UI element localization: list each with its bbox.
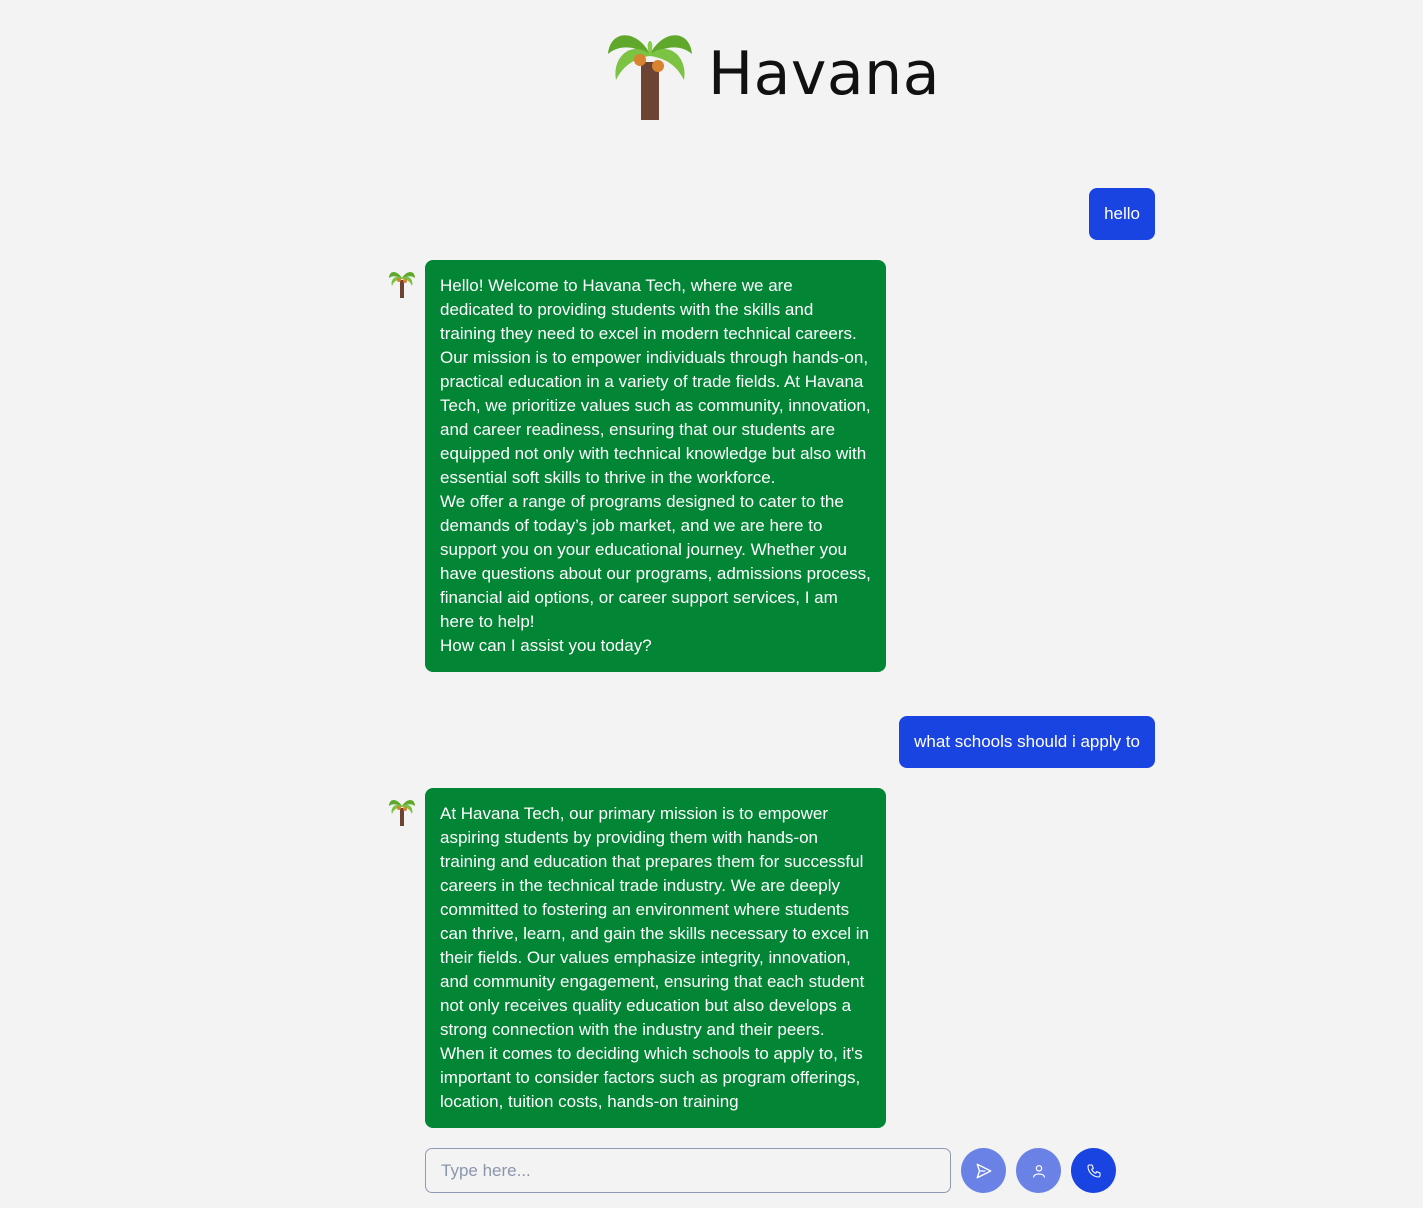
user-message: what schools should i apply to [899, 716, 1155, 768]
message-text: hello [1104, 204, 1140, 223]
chat-thread[interactable]: hello Hello! Welcome to Havana Tech, whe… [0, 150, 1423, 1128]
message-input[interactable] [425, 1148, 951, 1193]
profile-button[interactable] [1016, 1148, 1061, 1193]
user-icon [1032, 1164, 1045, 1178]
message-paragraph: When it comes to deciding which schools … [440, 1044, 863, 1111]
bot-avatar-palm-icon [389, 271, 415, 298]
call-button[interactable] [1071, 1148, 1116, 1193]
header: Havana [0, 0, 1423, 150]
composer [0, 1128, 1423, 1208]
message-paragraph: How can I assist you today? [440, 636, 652, 655]
brand-title: Havana [708, 39, 940, 109]
bot-message: Hello! Welcome to Havana Tech, where we … [425, 260, 886, 672]
send-button[interactable] [961, 1148, 1006, 1193]
bot-avatar-palm-icon [389, 799, 415, 826]
send-icon [976, 1163, 991, 1178]
message-text: what schools should i apply to [914, 732, 1140, 751]
phone-icon [1086, 1163, 1101, 1178]
bot-message: At Havana Tech, our primary mission is t… [425, 788, 886, 1128]
message-paragraph: At Havana Tech, our primary mission is t… [440, 804, 870, 1039]
user-message: hello [1089, 188, 1155, 240]
message-paragraph: Hello! Welcome to Havana Tech, where we … [440, 276, 871, 487]
message-paragraph: We offer a range of programs designed to… [440, 492, 871, 631]
palm-tree-icon [608, 35, 692, 120]
